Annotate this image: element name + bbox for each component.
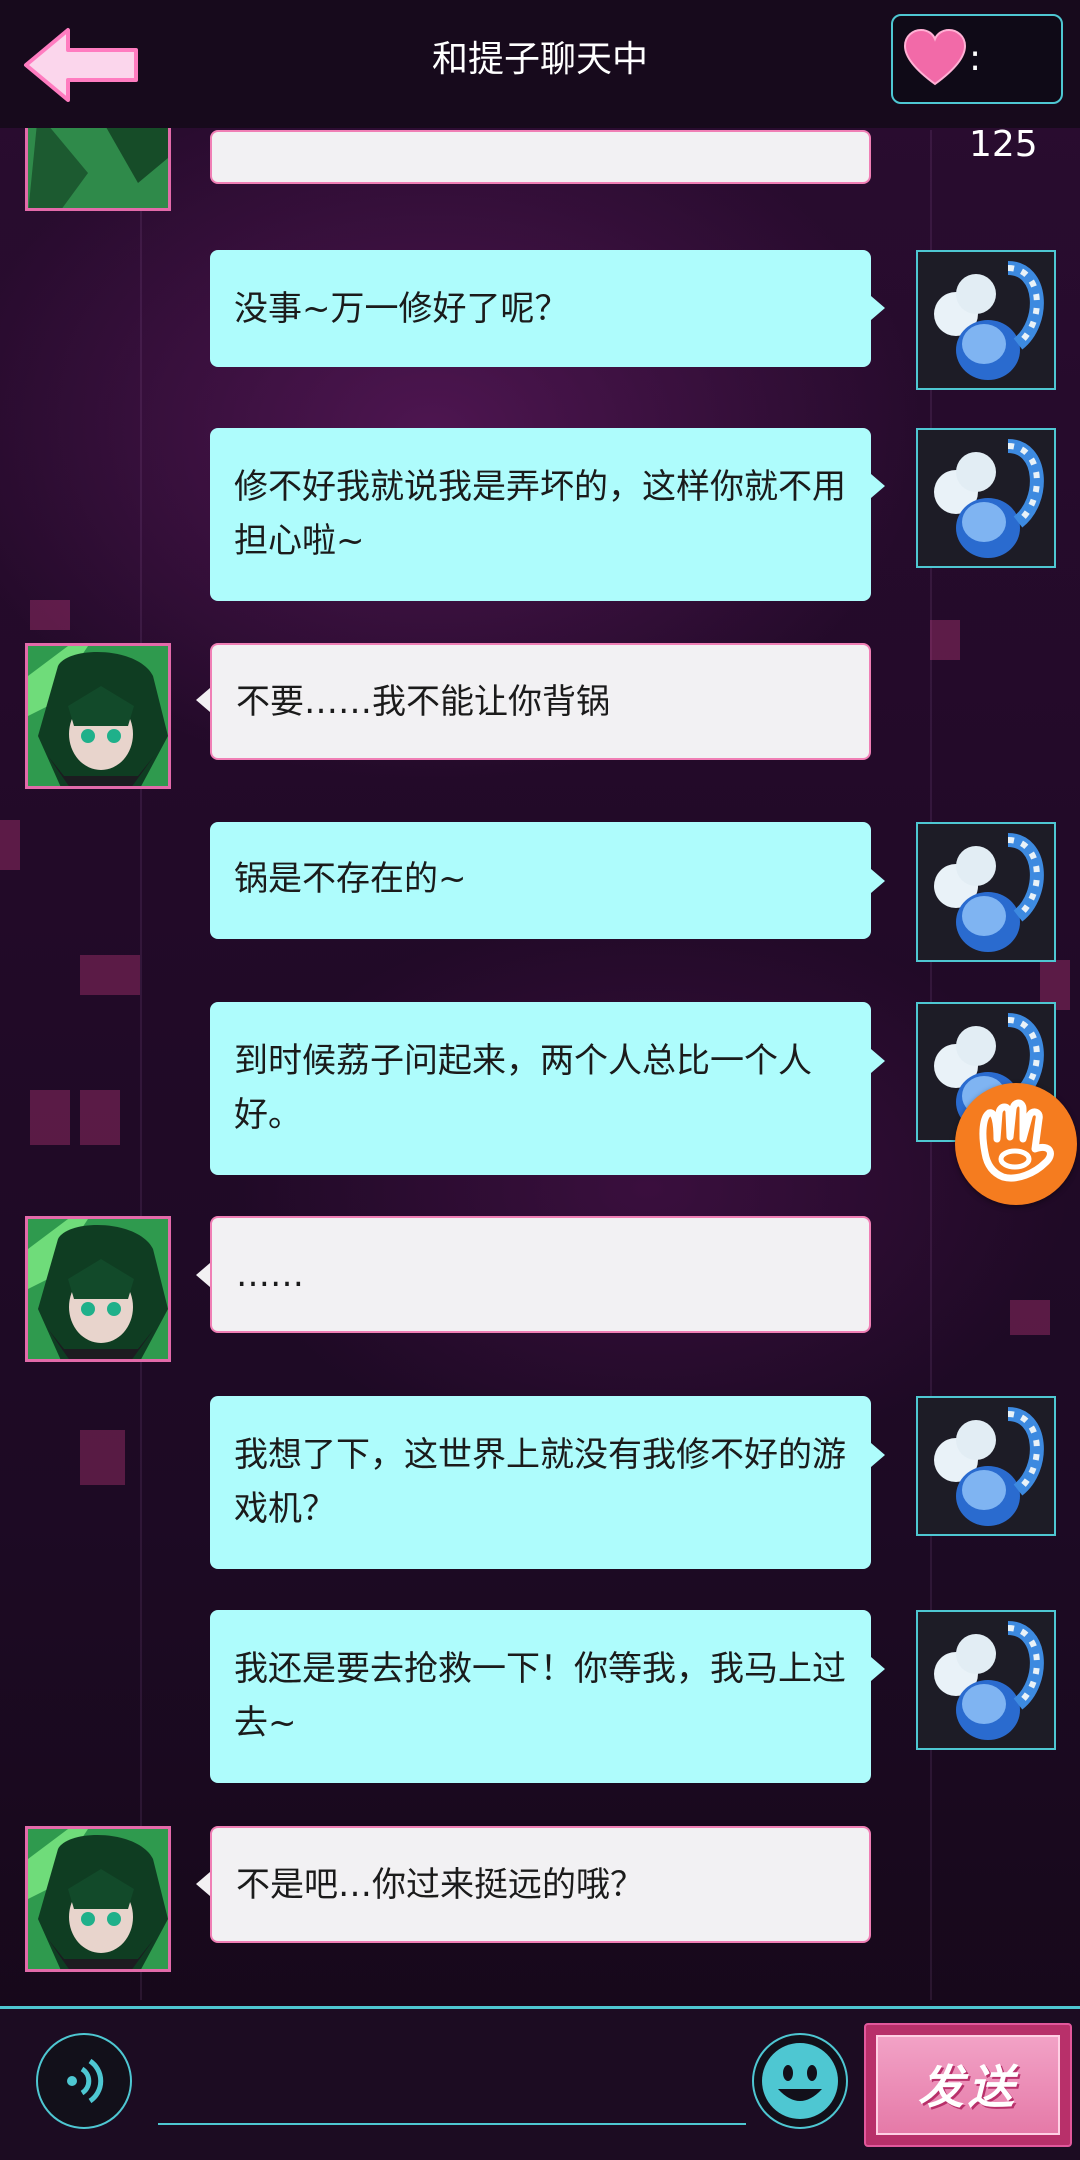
message-bubble[interactable]: 不要……我不能让你背锅 bbox=[210, 643, 871, 760]
voice-icon bbox=[67, 2058, 104, 2104]
avatar-self[interactable] bbox=[916, 428, 1056, 568]
smiley-icon bbox=[762, 2043, 838, 2119]
message-bubble[interactable]: 我想了下，这世界上就没有我修不好的游戏机？ bbox=[210, 1396, 871, 1569]
bubble-tail bbox=[871, 1657, 885, 1681]
heart-count: : 125 bbox=[969, 38, 1038, 165]
avatar-self[interactable] bbox=[916, 250, 1056, 390]
avatar-other[interactable] bbox=[25, 1826, 171, 1972]
send-button[interactable]: 发送 bbox=[864, 2023, 1072, 2147]
message-bubble[interactable]: …… bbox=[210, 1216, 871, 1333]
heart-counter[interactable]: : 125 bbox=[891, 14, 1063, 165]
message-bubble[interactable]: 锅是不存在的~ bbox=[210, 822, 871, 939]
input-bar: 发送 bbox=[0, 2006, 1080, 2160]
chat-header: 和提子聊天中 : 125 bbox=[0, 0, 1080, 165]
avatar-other[interactable] bbox=[25, 1216, 171, 1362]
bubble-tail bbox=[871, 1049, 885, 1073]
send-label: 发送 bbox=[918, 2060, 1018, 2114]
message-bubble[interactable]: 修不好我就说我是弄坏的，这样你就不用担心啦~ bbox=[210, 428, 871, 601]
avatar-self[interactable] bbox=[916, 1610, 1056, 1750]
message-input[interactable] bbox=[158, 2045, 746, 2125]
bubble-tail bbox=[871, 474, 885, 498]
message-bubble[interactable]: 我还是要去抢救一下！你等我，我马上过去~ bbox=[210, 1610, 871, 1783]
bubble-tail bbox=[871, 1443, 885, 1467]
voice-button[interactable] bbox=[36, 2033, 132, 2129]
heart-icon bbox=[903, 28, 967, 86]
send-button-face: 发送 bbox=[876, 2035, 1060, 2135]
bubble-tail bbox=[196, 688, 210, 712]
avatar-self[interactable] bbox=[916, 822, 1056, 962]
hand-logo-icon bbox=[979, 1099, 1054, 1182]
message-bubble[interactable]: 不是吧…你过来挺远的哦？ bbox=[210, 1826, 871, 1943]
message-bubble[interactable] bbox=[210, 130, 871, 184]
floating-assistant-button[interactable] bbox=[955, 1083, 1077, 1205]
bubble-tail bbox=[196, 1872, 210, 1896]
bubble-tail bbox=[871, 869, 885, 893]
bubble-tail bbox=[196, 1263, 210, 1287]
avatar-other[interactable] bbox=[25, 643, 171, 789]
message-bubble[interactable]: 到时候荔子问起来，两个人总比一个人好。 bbox=[210, 1002, 871, 1175]
emoji-button[interactable] bbox=[752, 2033, 848, 2129]
bubble-tail bbox=[871, 296, 885, 320]
avatar-self[interactable] bbox=[916, 1396, 1056, 1536]
message-bubble[interactable]: 没事~万一修好了呢？ bbox=[210, 250, 871, 367]
